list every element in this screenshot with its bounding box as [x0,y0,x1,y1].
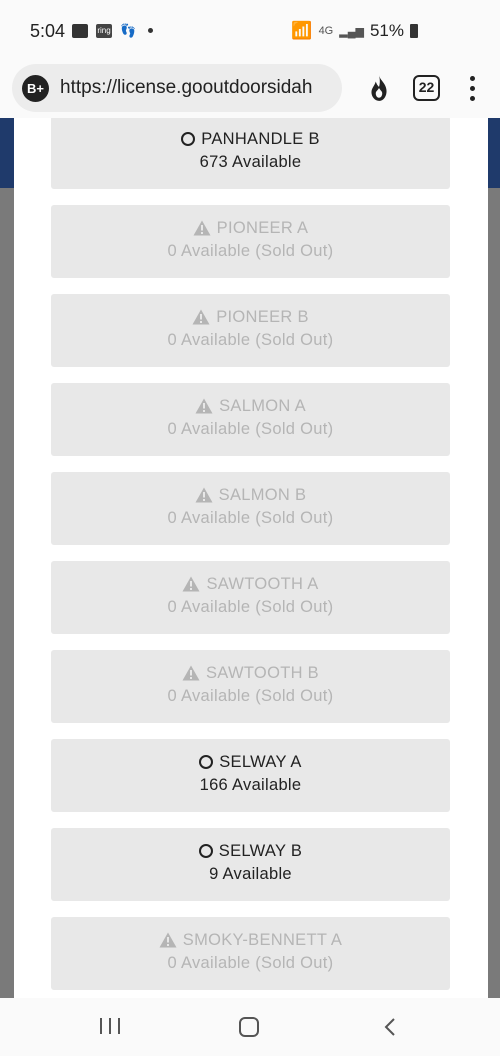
site-security-badge-icon[interactable]: B+ [22,75,49,102]
unit-option: SALMON B 0 Available (Sold Out) [51,472,450,545]
status-bar: 5:04 ring 👣 📶 4G ▂▄▆ 51% [0,0,500,62]
footsteps-icon: 👣 [120,23,137,38]
unit-availability: 0 Available (Sold Out) [167,598,334,616]
page-banner-right [488,118,500,188]
more-menu-icon[interactable] [466,74,478,102]
gallery-icon [72,23,88,38]
fire-icon[interactable] [366,74,392,102]
unit-availability: 0 Available (Sold Out) [167,687,334,705]
unit-option: SAWTOOTH B 0 Available (Sold Out) [51,650,450,723]
unit-name: PIONEER B [216,307,309,326]
radio-circle-icon[interactable] [181,132,196,146]
unit-name: SELWAY B [218,841,303,860]
unit-name: SALMON B [218,485,307,504]
unit-title-row: PIONEER B [51,306,450,328]
signal-bars-icon: ▂▄▆ [339,25,364,38]
unit-title-row: SAWTOOTH A [51,573,450,595]
ring-app-icon: ring [96,23,112,38]
unit-availability: 0 Available (Sold Out) [167,954,334,972]
unit-availability: 673 Available [199,153,302,171]
page-banner-left [0,118,14,188]
warning-triangle-icon [182,665,200,681]
warning-triangle-icon [192,309,210,325]
unit-option: PIONEER B 0 Available (Sold Out) [51,294,450,367]
network-type: 4G [318,25,334,37]
unit-title-row: SELWAY B [51,840,450,862]
unit-option[interactable]: PANHANDLE B 673 Available [51,118,450,189]
unit-title-row: SELWAY A [51,751,450,773]
recent-apps-icon[interactable] [100,1018,120,1036]
unit-name: PANHANDLE B [201,129,320,148]
tabs-count-button[interactable]: 22 [413,75,440,101]
battery-icon [410,24,418,38]
warning-triangle-icon [195,487,213,503]
warning-triangle-icon [182,576,200,592]
unit-option: PIONEER A 0 Available (Sold Out) [51,205,450,278]
unit-title-row: SALMON B [51,484,450,506]
unit-title-row: SMOKY-BENNETT A [51,929,450,951]
unit-availability: 0 Available (Sold Out) [167,420,334,438]
radio-circle-icon[interactable] [199,755,214,769]
unit-name: SMOKY-BENNETT A [182,930,343,949]
unit-title-row: PANHANDLE B [51,128,450,150]
unit-option: SALMON A 0 Available (Sold Out) [51,383,450,456]
unit-name: SALMON A [219,396,306,415]
unit-selection-modal: PANHANDLE B 673 Available PIONEER A 0 Avail… [14,118,488,998]
url-text[interactable]: https://license.gooutdoorsidah [60,77,336,99]
unit-name: SAWTOOTH A [206,574,319,593]
unit-option: SAWTOOTH A 0 Available (Sold Out) [51,561,450,634]
unit-name: SAWTOOTH B [205,663,319,682]
back-icon[interactable] [382,1016,398,1038]
system-nav-bar [0,998,500,1056]
warning-triangle-icon [159,932,177,948]
unit-availability: 9 Available [209,865,292,883]
system-indicators: 📶 4G ▂▄▆ 51% [291,21,418,41]
browser-toolbar: B+ https://license.gooutdoorsidah 22 [0,62,500,118]
unit-option[interactable]: SELWAY A 166 Available [51,739,450,812]
notification-icons: ring 👣 [72,22,154,39]
wifi-icon: 📶 [291,21,313,40]
unit-availability: 166 Available [199,776,302,794]
home-icon[interactable] [239,1017,259,1037]
unit-option[interactable]: SELWAY B 9 Available [51,828,450,901]
status-time: 5:04 [30,21,66,41]
more-notifications-dot-icon [148,28,154,33]
address-bar[interactable]: B+ https://license.gooutdoorsidah [12,64,342,112]
radio-circle-icon[interactable] [198,844,213,858]
unit-availability: 0 Available (Sold Out) [167,331,334,349]
unit-availability: 0 Available (Sold Out) [167,509,334,527]
unit-title-row: SAWTOOTH B [51,662,450,684]
unit-title-row: PIONEER A [51,217,450,239]
unit-availability: 0 Available (Sold Out) [167,242,334,260]
unit-option: SMOKY-BENNETT A 0 Available (Sold Out) [51,917,450,990]
unit-name: SELWAY A [219,752,302,771]
warning-triangle-icon [193,220,211,236]
unit-title-row: SALMON A [51,395,450,417]
unit-name: PIONEER A [216,218,309,237]
battery-percent: 51% [369,21,404,40]
warning-triangle-icon [195,398,213,414]
